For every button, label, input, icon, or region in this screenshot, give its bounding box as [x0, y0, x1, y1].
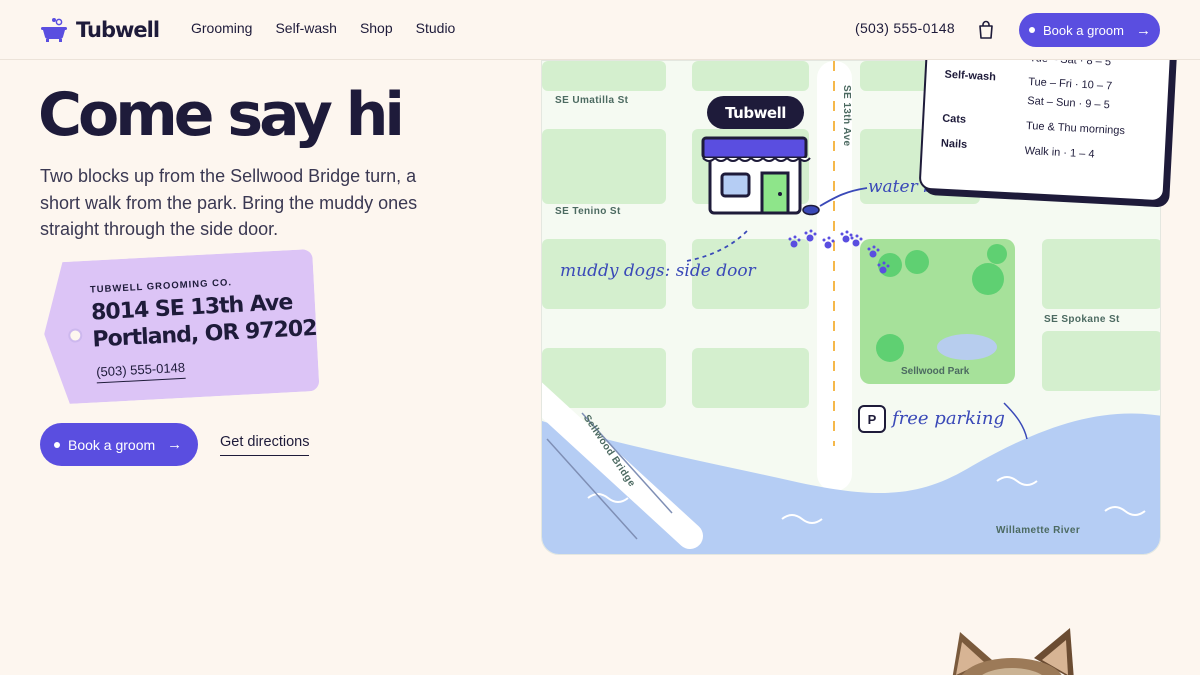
map-pin-label: Tubwell	[707, 96, 804, 129]
hours-label: Self-wash	[944, 68, 997, 84]
dot-icon	[1029, 27, 1035, 33]
hours-row-self-wash: Self-wash Tue – Fri · 10 – 7 Sat – Sun ·…	[943, 69, 1155, 118]
nav-book-button[interactable]: Book a groom →	[1019, 13, 1160, 47]
hours-label: Nails	[940, 137, 968, 151]
brand-logo[interactable]: Tubwell	[40, 16, 160, 44]
brand-name: Tubwell	[76, 18, 160, 42]
note-free-parking: free parking	[892, 408, 1005, 429]
nav-link-self-wash[interactable]: Self-wash	[275, 20, 336, 36]
dot-icon	[54, 441, 60, 448]
bathtub-icon	[41, 18, 67, 42]
hours-row-nails: Nails Walk in · 1 – 4	[940, 138, 1151, 168]
hours-value: Walk in · 1 – 4	[1024, 144, 1095, 161]
arrow-right-icon: →	[1135, 21, 1151, 39]
hours-label: Cats	[941, 112, 967, 126]
hero-book-button[interactable]: Book a groom →	[40, 423, 198, 466]
river-label: Willamette River	[996, 525, 1081, 536]
hero-book-label: Book a groom	[68, 436, 156, 453]
street-label-spokane: SE Spokane St	[1044, 314, 1120, 325]
arrow-right-icon: →	[167, 436, 183, 453]
street-label-13th: SE 13th Ave	[841, 85, 852, 147]
hero-description: Two blocks up from the Sellwood Bridge t…	[40, 166, 418, 239]
nav-book-label: Book a groom	[1043, 22, 1124, 38]
page-title: Come say hi	[38, 80, 405, 150]
nav-link-grooming[interactable]: Grooming	[191, 20, 252, 36]
nav-phone[interactable]: (503) 555-0148	[855, 20, 955, 36]
hours-value: Tue & Thu mornings	[1025, 119, 1126, 138]
hours-row-cats: Cats Tue & Thu mornings	[942, 113, 1153, 143]
parking-icon: P	[858, 405, 886, 433]
hours-value: Tue – Fri · 10 – 7 Sat – Sun · 9 – 5	[1026, 76, 1113, 112]
address-tag: TUBWELL GROOMING CO. 8014 SE 13th Ave Po…	[40, 249, 320, 405]
nav-link-studio[interactable]: Studio	[416, 20, 456, 36]
dog-photo	[952, 628, 1074, 675]
note-muddy-dogs: muddy dogs: side door	[560, 261, 756, 281]
park-label: Sellwood Park	[901, 366, 970, 377]
shop-icon	[701, 136, 811, 215]
get-directions-link[interactable]: Get directions	[220, 434, 310, 456]
nav-links: Grooming Self-wash Shop Studio	[191, 20, 455, 36]
street-label-tenino: SE Tenino St	[555, 206, 621, 217]
shopping-bag-icon[interactable]	[977, 20, 995, 40]
top-nav: Tubwell Grooming Self-wash Shop Studio (…	[0, 0, 1200, 60]
nav-link-shop[interactable]: Shop	[360, 20, 393, 36]
street-label-umatilla: SE Umatilla St	[555, 95, 629, 106]
